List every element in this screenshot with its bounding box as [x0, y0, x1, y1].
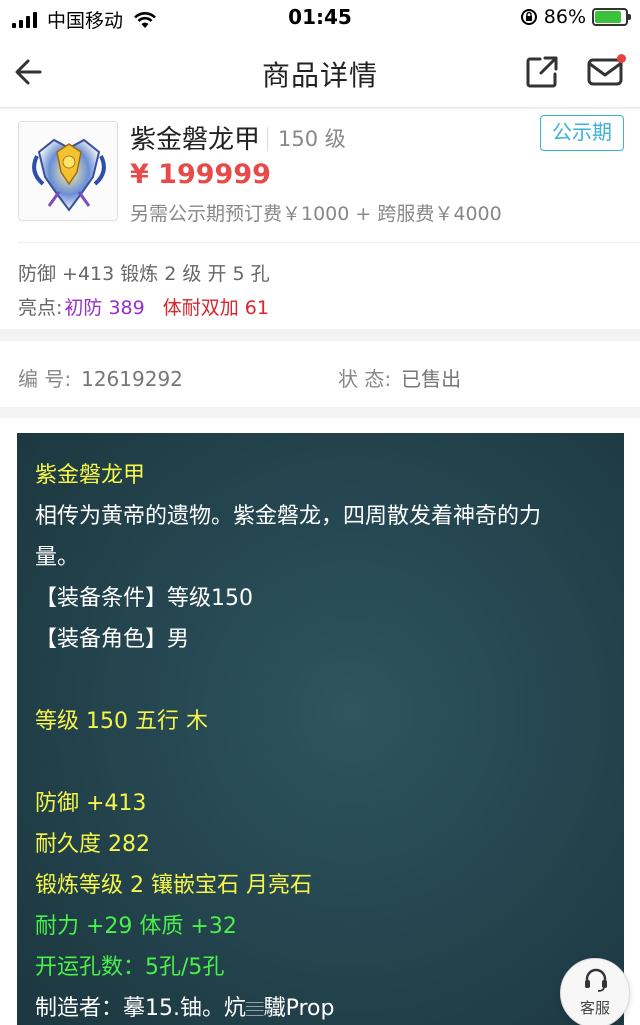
id-label: 编 号: — [18, 367, 72, 391]
product-name: 紫金磐龙甲 — [130, 125, 261, 155]
desc-durability: 耐久度 282 — [35, 832, 150, 857]
status-badge: 公示期 — [540, 115, 624, 151]
desc-title: 紫金磐龙甲 — [35, 463, 146, 488]
highlight-initial-defense: 初防 389 — [64, 297, 145, 319]
desc-holes: 开运孔数：5孔/5孔 — [35, 955, 225, 980]
desc-defense: 防御 +413 — [35, 791, 147, 816]
desc-role: 【装备角色】男 — [35, 627, 190, 652]
status-bar: 中国移动 01:45 86% — [0, 0, 640, 36]
desc-lore-1: 相传为黄帝的遗物。紫金磐龙，四周散发着神奇的力 — [35, 504, 542, 529]
id-value: 12619292 — [81, 367, 183, 391]
id-row: 编 号: 12619292 — [18, 363, 183, 392]
status-row: 状 态: 已售出 — [338, 363, 461, 392]
lock-rotation-icon — [520, 9, 537, 25]
headset-icon — [585, 968, 607, 992]
desc-forge: 锻炼等级 2 镶嵌宝石 月亮石 — [35, 873, 312, 898]
status-value: 已售出 — [401, 367, 462, 391]
title-divider — [267, 127, 268, 151]
status-label: 状 态: — [338, 367, 392, 391]
status-right: 86% — [520, 6, 631, 28]
highlight-label: 亮点: — [18, 297, 63, 319]
product-card: 紫金磐龙甲 150 级 公示期 ¥ 199999 另需公示期预订费￥1000 +… — [0, 109, 640, 329]
desc-stats: 耐力 +29 体质 +32 — [35, 914, 237, 939]
customer-service-button[interactable]: 客服 — [560, 958, 630, 1025]
desc-condition: 【装备条件】等级150 — [35, 586, 253, 611]
product-level: 150 级 — [278, 127, 346, 151]
fee-note: 另需公示期预订费￥1000 + 跨服费￥4000 — [130, 203, 502, 225]
battery-percent: 86% — [543, 6, 586, 28]
description-section: 紫金磐龙甲 相传为黄帝的遗物。紫金磐龙，四周散发着神奇的力 量。 【装备条件】等… — [0, 418, 640, 1025]
order-info: 编 号: 12619292 状 态: 已售出 — [0, 341, 640, 407]
product-attributes: 防御 +413 锻炼 2 级 开 5 孔 — [18, 263, 270, 285]
nav-bar: 商品详情 — [0, 36, 640, 108]
product-price: ¥ 199999 — [130, 159, 271, 190]
share-icon[interactable] — [524, 54, 560, 90]
item-description-panel: 紫金磐龙甲 相传为黄帝的遗物。紫金磐龙，四周散发着神奇的力 量。 【装备条件】等… — [17, 433, 624, 1025]
notification-dot — [617, 54, 626, 63]
highlight-stamina: 体耐双加 61 — [162, 297, 269, 319]
customer-service-label: 客服 — [579, 999, 610, 1017]
desc-level-element: 等级 150 五行 木 — [35, 709, 208, 734]
product-highlights: 亮点: 初防 389 体耐双加 61 — [18, 293, 269, 320]
product-thumbnail[interactable] — [18, 121, 118, 221]
battery-icon — [592, 8, 631, 26]
armor-icon — [19, 122, 117, 220]
desc-lore-2: 量。 — [35, 545, 80, 570]
divider — [18, 242, 640, 243]
desc-maker: 制造者：摹15.铀。炕𝄙驖Prop — [35, 996, 335, 1021]
